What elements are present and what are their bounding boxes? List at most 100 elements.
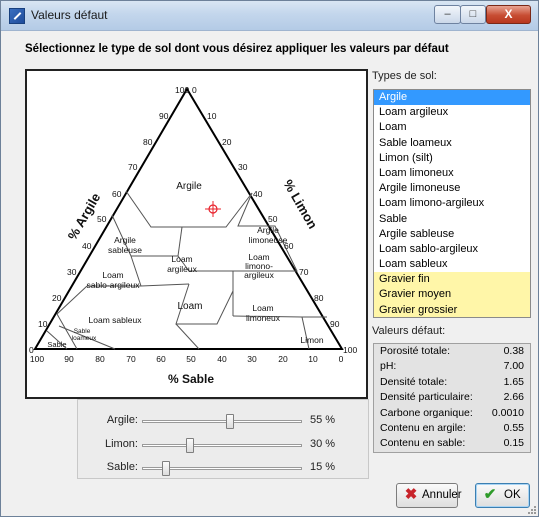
soil-types-list[interactable]: Argile Loam argileux Loam Sable loameux Limo… <box>373 89 531 318</box>
slider-thumb[interactable] <box>162 461 170 476</box>
default-value-name: Contenu en argile: <box>380 421 466 434</box>
right-tick: 30 <box>238 162 248 172</box>
default-value-name: Porosité totale: <box>380 345 451 357</box>
default-value-row: Densité totale: 1.65 <box>374 375 530 390</box>
soil-type-item[interactable]: Limon (silt) <box>374 151 530 166</box>
ok-button[interactable]: ✔ OK <box>475 483 530 508</box>
default-value-row: Contenu en sable: 0.15 <box>374 436 530 451</box>
cancel-button[interactable]: ✖ Annuler <box>396 483 462 508</box>
bottom-tick: 50 <box>186 354 196 364</box>
soil-type-item[interactable]: Gravier fin <box>374 272 530 288</box>
default-value-number: 2.66 <box>503 391 524 404</box>
bottom-tick: 40 <box>217 354 227 364</box>
soil-type-item[interactable]: Loam limono-argileux <box>374 196 530 211</box>
default-value-number: 1.65 <box>503 375 524 388</box>
default-value-name: Densité particulaire: <box>380 391 473 404</box>
right-tick: 80 <box>314 293 324 303</box>
default-value-row: Contenu en argile: 0.55 <box>374 421 530 436</box>
resize-grip-icon[interactable] <box>528 506 536 514</box>
soil-texture-triangle[interactable]: 100 90 80 70 60 50 40 30 20 10 0 0 10 20… <box>25 69 368 399</box>
slider-label: Argile: <box>106 414 138 426</box>
soil-type-item[interactable]: Loam limoneux <box>374 166 530 181</box>
right-tick: 40 <box>253 189 263 199</box>
default-value-number: 0.15 <box>503 437 524 450</box>
bottom-tick: 60 <box>156 354 166 364</box>
left-tick: 80 <box>143 137 153 147</box>
region-argile-sableuse: Argile <box>114 235 136 245</box>
right-tick: 10 <box>207 111 217 121</box>
region-loam-argileux: argileux <box>167 264 198 274</box>
left-tick: 90 <box>159 111 169 121</box>
region-argile-limoneuse: Argile <box>257 225 279 235</box>
slider-label: Limon: <box>104 438 138 450</box>
soil-types-label: Types de sol: <box>372 70 437 82</box>
region-loam-sablo-argileux: Loam <box>102 270 123 280</box>
default-value-name: Carbone organique: <box>380 406 473 419</box>
close-button[interactable]: X <box>486 5 531 24</box>
cancel-x-icon: ✖ <box>404 486 418 503</box>
minimize-button[interactable]: – <box>434 5 461 24</box>
slider-row: Argile: 55 % <box>78 411 370 431</box>
default-value-number: 0.55 <box>503 421 524 434</box>
slider-track[interactable] <box>142 420 302 423</box>
bottom-tick: 20 <box>278 354 288 364</box>
left-tick: 50 <box>97 214 107 224</box>
default-values-table: Porosité totale: 0.38 pH: 7.00 Densité total… <box>373 343 531 453</box>
default-values-label: Valeurs défaut: <box>372 325 446 337</box>
instruction-text: Sélectionnez le type de sol dont vous dé… <box>25 43 449 55</box>
window-title: Valeurs défaut <box>31 8 108 22</box>
slider-track[interactable] <box>142 444 302 447</box>
axis-title-sable: % Sable <box>168 372 214 386</box>
slider-value: 30 % <box>310 438 336 450</box>
ok-button-label: OK <box>504 489 521 501</box>
soil-type-item[interactable]: Sable <box>374 212 530 227</box>
default-value-row: Carbone organique: 0.0010 <box>374 406 530 421</box>
soil-type-item[interactable]: Gravier grossier <box>374 302 530 317</box>
region-loam-limoneux: limoneux <box>246 313 281 323</box>
right-tick: 0 <box>192 85 197 95</box>
left-tick: 100 <box>175 85 189 95</box>
slider-thumb[interactable] <box>226 414 234 429</box>
region-argile-sableuse: sableuse <box>108 245 142 255</box>
soil-type-item[interactable]: Argile <box>374 90 530 106</box>
soil-type-item[interactable]: Argile sableuse <box>374 227 530 242</box>
app-icon <box>9 8 25 24</box>
soil-type-item[interactable]: Loam argileux <box>374 105 530 120</box>
default-value-row: pH: 7.00 <box>374 359 530 374</box>
region-sable: Sable <box>47 340 66 349</box>
default-value-name: Densité totale: <box>380 375 448 388</box>
left-tick: 70 <box>128 162 138 172</box>
bottom-tick: 10 <box>308 354 318 364</box>
right-tick: 90 <box>330 319 340 329</box>
soil-type-item[interactable]: Loam sableux <box>374 257 530 272</box>
maximize-button[interactable]: □ <box>460 5 486 24</box>
default-value-number: 7.00 <box>503 360 524 373</box>
title-bar[interactable]: Valeurs défaut – □ X <box>1 1 538 31</box>
checkmark-icon: ✔ <box>483 486 497 503</box>
slider-thumb[interactable] <box>186 438 194 453</box>
slider-value: 55 % <box>310 414 336 426</box>
right-tick: 70 <box>299 267 309 277</box>
slider-value: 15 % <box>310 461 336 473</box>
cancel-button-label: Annuler <box>422 489 462 501</box>
region-limon: Limon <box>300 335 323 345</box>
left-tick: 20 <box>52 293 62 303</box>
soil-type-item[interactable]: Loam sablo-argileux <box>374 242 530 257</box>
default-value-number: 0.0010 <box>491 406 524 419</box>
region-sable-loameux: loameux <box>72 335 97 342</box>
default-value-row: Porosité totale: 0.38 <box>374 344 530 359</box>
bottom-tick: 30 <box>247 354 257 364</box>
soil-type-item[interactable]: Loam <box>374 120 530 135</box>
default-value-row: Densité particulaire: 2.66 <box>374 390 530 405</box>
right-tick: 100 <box>343 345 357 355</box>
right-tick: 50 <box>268 214 278 224</box>
bottom-tick: 80 <box>95 354 105 364</box>
bottom-tick: 70 <box>126 354 136 364</box>
soil-type-item[interactable]: Sable loameux <box>374 136 530 151</box>
slider-row: Limon: 30 % <box>78 435 370 455</box>
default-value-name: Contenu en sable: <box>380 437 466 450</box>
soil-type-item[interactable]: Argile limoneuse <box>374 181 530 196</box>
bottom-tick: 0 <box>339 354 344 364</box>
composition-sliders: Argile: 55 % Limon: 30 % Sable: 15 % <box>77 399 369 479</box>
soil-type-item[interactable]: Gravier moyen <box>374 287 530 303</box>
